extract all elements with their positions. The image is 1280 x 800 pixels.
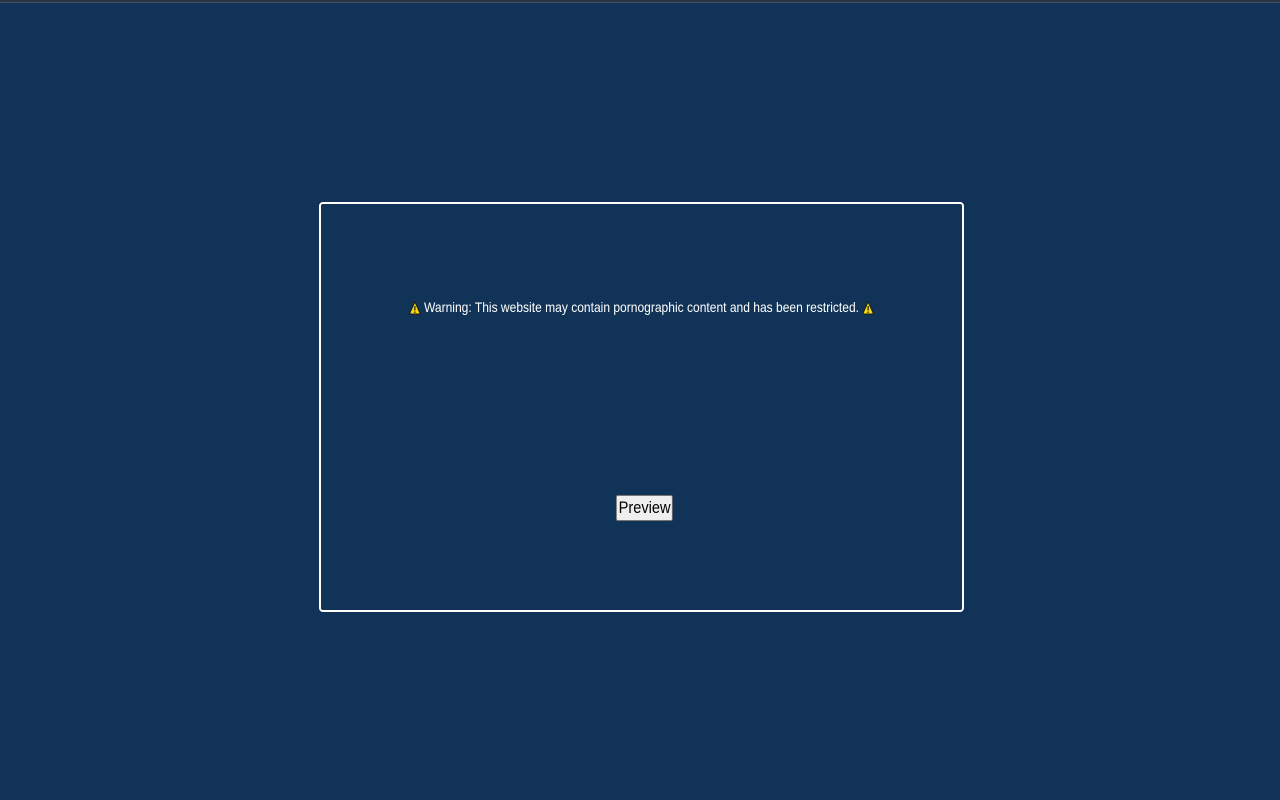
preview-button[interactable]: Preview <box>616 495 674 521</box>
warning-message-text: Warning: This website may contain pornog… <box>423 299 860 315</box>
top-edge-divider <box>0 2 1280 3</box>
warning-triangle-icon <box>862 300 875 315</box>
warning-message-row: Warning: This website may contain pornog… <box>366 298 917 316</box>
warning-triangle-icon <box>408 300 421 315</box>
restriction-warning-box: Warning: This website may contain pornog… <box>319 202 964 612</box>
